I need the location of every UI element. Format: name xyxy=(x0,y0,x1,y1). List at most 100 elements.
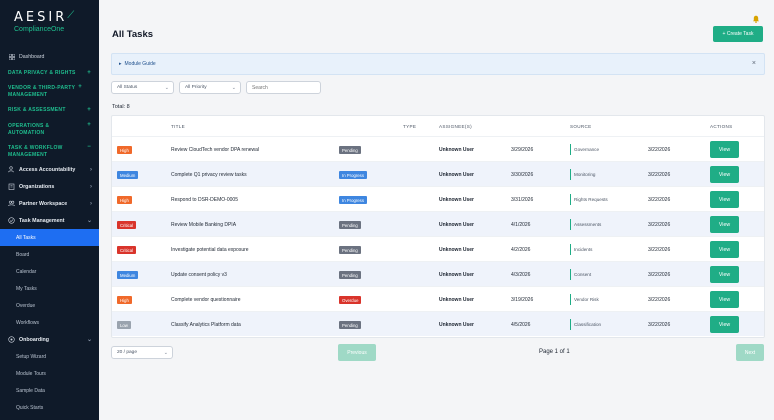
priority-badge: High xyxy=(117,296,132,304)
page-size-select[interactable]: 20 / page ⌄ xyxy=(111,346,173,359)
assignee: Unknown User xyxy=(439,247,475,253)
chevron-down-icon: ⌄ xyxy=(164,85,169,91)
table-header: TITLE TYPE ASSIGNEE(S) SOURCE ACTIONS xyxy=(112,116,764,136)
sidebar-section-risk[interactable]: RISK & ASSESSMENT + xyxy=(0,105,99,115)
status-badge: Pending xyxy=(339,271,361,279)
sidebar-item-my-tasks[interactable]: My Tasks xyxy=(0,280,99,297)
sidebar-item-calendar[interactable]: Calendar xyxy=(0,263,99,280)
assignee: Unknown User xyxy=(439,172,475,178)
source-label: Classification xyxy=(570,319,601,330)
task-title[interactable]: Investigate potential data exposure xyxy=(171,247,249,253)
sidebar-item-dashboard[interactable]: Dashboard xyxy=(0,50,99,64)
task-title[interactable]: Complete Q1 privacy review tasks xyxy=(171,172,247,178)
task-title[interactable]: Review CloudTech vendor DPA renewal xyxy=(171,147,259,153)
chevron-right-icon: › xyxy=(90,166,92,173)
view-button[interactable]: View xyxy=(710,241,739,258)
status-badge: Pending xyxy=(339,321,361,329)
due-date: 3/29/2026 xyxy=(511,147,534,153)
expand-icon: + xyxy=(87,70,91,76)
created-date: 3/22/2026 xyxy=(648,322,671,328)
priority-filter-select[interactable]: All Priority ⌄ xyxy=(179,81,241,94)
app-logo[interactable]: AESIR⟋ ComplianceOne xyxy=(14,10,77,33)
sidebar-section-data-privacy[interactable]: DATA PRIVACY & RIGHTS + xyxy=(0,68,99,78)
priority-badge: Medium xyxy=(117,271,139,279)
sidebar-section-operations[interactable]: OPERATIONS & AUTOMATION + xyxy=(0,121,99,139)
column-header-assignee[interactable]: ASSIGNEE(S) xyxy=(439,124,472,129)
next-page-button[interactable]: Next xyxy=(736,344,764,361)
column-header-title[interactable]: TITLE xyxy=(171,124,185,129)
expand-icon: + xyxy=(87,107,91,113)
sidebar-item-label: Dashboard xyxy=(19,54,45,60)
sidebar: AESIR⟋ ComplianceOne Dashboard DATA PRIV… xyxy=(0,0,99,420)
previous-page-button[interactable]: Previous xyxy=(338,344,376,361)
table-row[interactable]: High Complete vendor questionnaire Overdue… xyxy=(112,286,764,311)
create-task-button[interactable]: + Create Task xyxy=(713,26,763,42)
sidebar-item-organizations[interactable]: Organizations › xyxy=(0,178,99,195)
user-check-icon xyxy=(8,166,15,173)
table-row[interactable]: Low Classify Analytics Platform data Pendi… xyxy=(112,311,764,336)
task-title[interactable]: Classify Analytics Platform data xyxy=(171,322,241,328)
task-title[interactable]: Respond to DSR-DEMO-0005 xyxy=(171,197,238,203)
status-badge: Pending xyxy=(339,146,361,154)
sidebar-section-label: RISK & ASSESSMENT xyxy=(8,107,66,113)
view-button[interactable]: View xyxy=(710,291,739,308)
sidebar-section-label: VENDOR & THIRD-PARTY MANAGEMENT xyxy=(8,85,76,98)
sidebar-item-all-tasks[interactable]: All Tasks xyxy=(0,229,99,246)
expand-icon: + xyxy=(78,84,82,90)
page-size-value: 20 / page xyxy=(117,350,138,355)
view-button[interactable]: View xyxy=(710,166,739,183)
task-title[interactable]: Review Mobile Banking DPIA xyxy=(171,222,236,228)
source-label: Consent xyxy=(570,269,591,280)
sidebar-section-label: DATA PRIVACY & RIGHTS xyxy=(8,70,76,76)
close-icon[interactable]: × xyxy=(752,60,756,67)
sidebar-section-task-workflow[interactable]: TASK & WORKFLOW MANAGEMENT − xyxy=(0,143,99,161)
table-row[interactable]: Critical Investigate potential data expos… xyxy=(112,236,764,261)
table-row[interactable]: Medium Complete Q1 privacy review tasks In… xyxy=(112,161,764,186)
sidebar-item-quick-starts[interactable]: Quick Starts xyxy=(0,399,99,416)
assignee: Unknown User xyxy=(439,272,475,278)
sidebar-section-vendor[interactable]: VENDOR & THIRD-PARTY MANAGEMENT + xyxy=(0,83,90,101)
view-button[interactable]: View xyxy=(710,216,739,233)
column-header-actions: ACTIONS xyxy=(710,124,733,129)
table-row[interactable]: High Review CloudTech vendor DPA renewal P… xyxy=(112,136,764,161)
view-button[interactable]: View xyxy=(710,266,739,283)
view-button[interactable]: View xyxy=(710,316,739,333)
sidebar-item-overdue[interactable]: Overdue xyxy=(0,297,99,314)
table-row[interactable]: Medium Update consent policy v3 Pending Unk… xyxy=(112,261,764,286)
sidebar-item-workflows[interactable]: Workflows xyxy=(0,314,99,331)
sidebar-item-access-accountability[interactable]: Access Accountability › xyxy=(0,161,99,178)
status-filter-select[interactable]: All Status ⌄ xyxy=(111,81,174,94)
dashboard-icon xyxy=(8,54,15,61)
expand-icon: + xyxy=(87,122,91,128)
notification-bell-icon[interactable] xyxy=(752,10,760,23)
sidebar-item-partner-workspace[interactable]: Partner Workspace › xyxy=(0,195,99,212)
sidebar-item-onboarding[interactable]: Onboarding ⌄ xyxy=(0,331,99,348)
column-header-type[interactable]: TYPE xyxy=(403,124,416,129)
task-title[interactable]: Complete vendor questionnaire xyxy=(171,297,241,303)
status-filter-value: All Status xyxy=(117,85,138,90)
sidebar-item-label: Organizations xyxy=(19,183,55,190)
view-button[interactable]: View xyxy=(710,141,739,158)
sidebar-item-task-management[interactable]: Task Management ⌄ xyxy=(0,212,99,229)
column-header-source[interactable]: SOURCE xyxy=(570,124,591,129)
view-button[interactable]: View xyxy=(710,191,739,208)
sidebar-item-module-tours[interactable]: Module Tours xyxy=(0,365,99,382)
source-label: Vendor Risk xyxy=(570,294,599,305)
created-date: 3/22/2026 xyxy=(648,222,671,228)
task-title[interactable]: Update consent policy v3 xyxy=(171,272,227,278)
sidebar-item-sample-data[interactable]: Sample Data xyxy=(0,382,99,399)
created-date: 3/22/2026 xyxy=(648,147,671,153)
module-guide-banner[interactable]: ▸ Module Guide × xyxy=(111,53,765,75)
sidebar-item-label: Onboarding xyxy=(19,336,50,343)
table-row[interactable]: Critical Review Mobile Banking DPIA Pendin… xyxy=(112,211,764,236)
table-body: High Review CloudTech vendor DPA renewal P… xyxy=(112,136,764,336)
assignee: Unknown User xyxy=(439,197,475,203)
due-date: 3/31/2026 xyxy=(511,197,534,203)
search-input[interactable] xyxy=(246,81,321,94)
sidebar-item-setup-wizard[interactable]: Setup Wizard xyxy=(0,348,99,365)
priority-badge: Low xyxy=(117,321,131,329)
table-row[interactable]: High Respond to DSR-DEMO-0005 In Progress U… xyxy=(112,186,764,211)
chevron-right-icon: › xyxy=(90,200,92,207)
sidebar-item-board[interactable]: Board xyxy=(0,246,99,263)
sidebar-section-label: OPERATIONS & AUTOMATION xyxy=(8,123,50,136)
